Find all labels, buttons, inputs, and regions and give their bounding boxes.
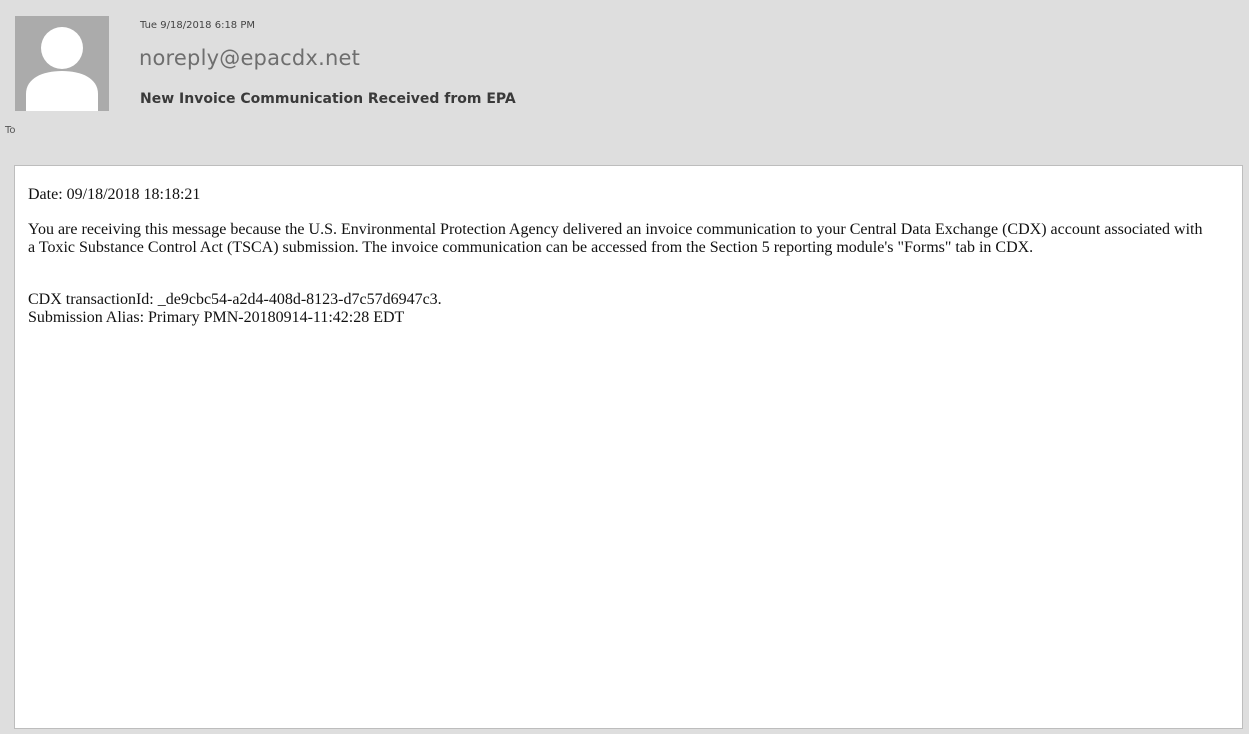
message-body[interactable]: Date: 09/18/2018 18:18:21 You are receiv… <box>14 165 1243 729</box>
message-header: Tue 9/18/2018 6:18 PM noreply@epacdx.net… <box>0 0 1249 158</box>
email-reading-pane: Tue 9/18/2018 6:18 PM noreply@epacdx.net… <box>0 0 1249 734</box>
body-transaction-line: CDX transactionId: _de9cbc54-a2d4-408d-8… <box>28 291 442 308</box>
to-label: To <box>5 125 16 136</box>
sender-address[interactable]: noreply@epacdx.net <box>139 46 360 70</box>
sent-timestamp: Tue 9/18/2018 6:18 PM <box>140 20 256 31</box>
message-subject: New Invoice Communication Received from … <box>140 91 516 107</box>
body-date-line: Date: 09/18/2018 18:18:21 <box>28 186 201 203</box>
body-alias-line: Submission Alias: Primary PMN-20180914-1… <box>28 309 405 326</box>
body-message-paragraph: You are receiving this message because t… <box>28 221 1203 256</box>
person-icon <box>15 16 109 111</box>
sender-avatar[interactable] <box>15 16 109 111</box>
